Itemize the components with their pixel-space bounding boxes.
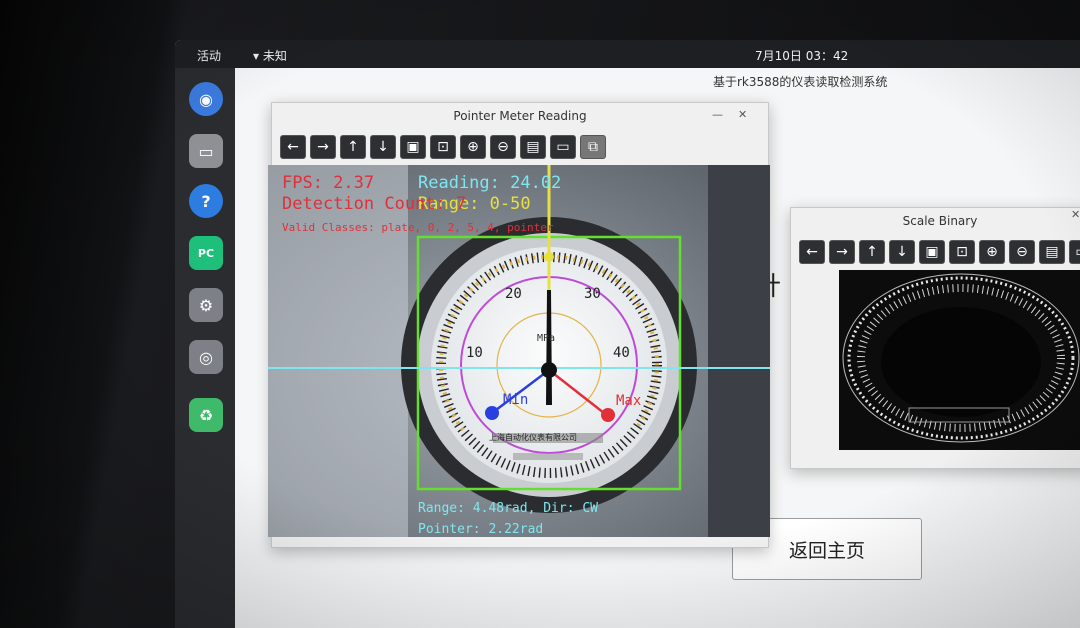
gauge-unit: MPa: [537, 333, 556, 344]
main-window-title: 基于rk3588的仪表读取检测系统: [713, 75, 888, 89]
system-top-bar: 活动 ▾ 未知 7月10日 03：42: [175, 40, 1080, 68]
arrow-left-icon[interactable]: ←: [799, 240, 825, 264]
trash-icon[interactable]: ♻: [189, 398, 223, 432]
arrow-up-icon[interactable]: ↑: [340, 135, 366, 159]
pointer-toolbar: ← → ↑ ↓ ▣ ⊡ ⊕ ⊖ ▤ ▭ ⧉: [280, 135, 606, 159]
updater-icon[interactable]: ◎: [189, 340, 223, 374]
scale-dialog-title: Scale Binary: [902, 214, 978, 228]
close-icon[interactable]: ✕: [738, 108, 747, 121]
save-icon[interactable]: ▤: [520, 135, 546, 159]
tick-label-40: 40: [613, 345, 630, 361]
gauge-brand: 上海自动化仪表有限公司: [489, 433, 577, 442]
dock: ◉ ▭ ? PC ⚙ ◎ ♻: [175, 68, 235, 628]
monitor-screen: 活动 ▾ 未知 7月10日 03：42 ◉ ▭ ? PC ⚙ ◎ ♻ 基于rk3…: [175, 40, 1080, 628]
minimize-icon[interactable]: —: [712, 108, 723, 121]
arrow-left-icon[interactable]: ←: [280, 135, 306, 159]
tick-label-10: 10: [466, 345, 483, 361]
save-icon[interactable]: ▤: [1039, 240, 1065, 264]
tick-label-30: 30: [584, 286, 601, 302]
arrow-right-icon[interactable]: →: [829, 240, 855, 264]
clock[interactable]: 7月10日 03：42: [755, 47, 848, 64]
zoom-fit-icon[interactable]: ▣: [400, 135, 426, 159]
scale-binary-image: [839, 270, 1080, 450]
pointer-meter-dialog: Pointer Meter Reading — ✕ ← → ↑ ↓ ▣ ⊡ ⊕ …: [268, 102, 770, 548]
pointer-rad-readout: Pointer: 2.22rad: [418, 522, 544, 537]
arrow-down-icon[interactable]: ↓: [889, 240, 915, 264]
max-label: Max: [616, 393, 642, 409]
fps-readout: FPS: 2.37: [282, 173, 375, 193]
arrow-up-icon[interactable]: ↑: [859, 240, 885, 264]
detection-count: Detection Count: 7: [282, 194, 467, 214]
tick-label-20: 20: [505, 286, 522, 302]
settings-icon[interactable]: ⚙: [189, 288, 223, 322]
scale-toolbar: ← → ↑ ↓ ▣ ⊡ ⊕ ⊖ ▤ ▭: [799, 240, 1080, 264]
zoom-region-icon[interactable]: ⊡: [949, 240, 975, 264]
crop-icon[interactable]: ▭: [550, 135, 576, 159]
binary-scale-svg: [842, 273, 1080, 443]
range-rad-readout: Range: 4.48rad, Dir: CW: [418, 501, 599, 516]
pointer-dialog-title: Pointer Meter Reading: [453, 109, 587, 123]
zoom-in-icon[interactable]: ⊕: [979, 240, 1005, 264]
zoom-region-icon[interactable]: ⊡: [430, 135, 456, 159]
reading-readout: Reading: 24.02: [418, 173, 562, 193]
files-icon[interactable]: ▭: [189, 134, 223, 168]
arrow-right-icon[interactable]: →: [310, 135, 336, 159]
valid-classes: Valid Classes: plate, 0, 2, 5, 4, pointe…: [282, 221, 554, 234]
activities-button[interactable]: 活动: [197, 47, 221, 64]
zoom-out-icon[interactable]: ⊖: [490, 135, 516, 159]
zoom-in-icon[interactable]: ⊕: [460, 135, 486, 159]
crop-icon[interactable]: ▭: [1069, 240, 1080, 264]
min-label: Min: [503, 392, 529, 408]
scale-close-icon[interactable]: ✕: [1071, 208, 1080, 221]
camera-feed: 20 30 10 40 MPa 上海自动化仪表有限公司 FPS: 2.37 Re…: [268, 165, 770, 537]
app-menu[interactable]: ▾ 未知: [253, 47, 287, 64]
zoom-out-icon[interactable]: ⊖: [1009, 240, 1035, 264]
help-icon[interactable]: ?: [189, 184, 223, 218]
scale-binary-dialog: Scale Binary ← → ↑ ↓ ▣ ⊡ ⊕ ⊖ ▤ ▭ ✕: [790, 207, 1080, 469]
pycharm-icon[interactable]: PC: [189, 236, 223, 270]
zoom-fit-icon[interactable]: ▣: [919, 240, 945, 264]
arrow-down-icon[interactable]: ↓: [370, 135, 396, 159]
copy-icon[interactable]: ⧉: [580, 135, 606, 159]
chromium-icon[interactable]: ◉: [189, 82, 223, 116]
